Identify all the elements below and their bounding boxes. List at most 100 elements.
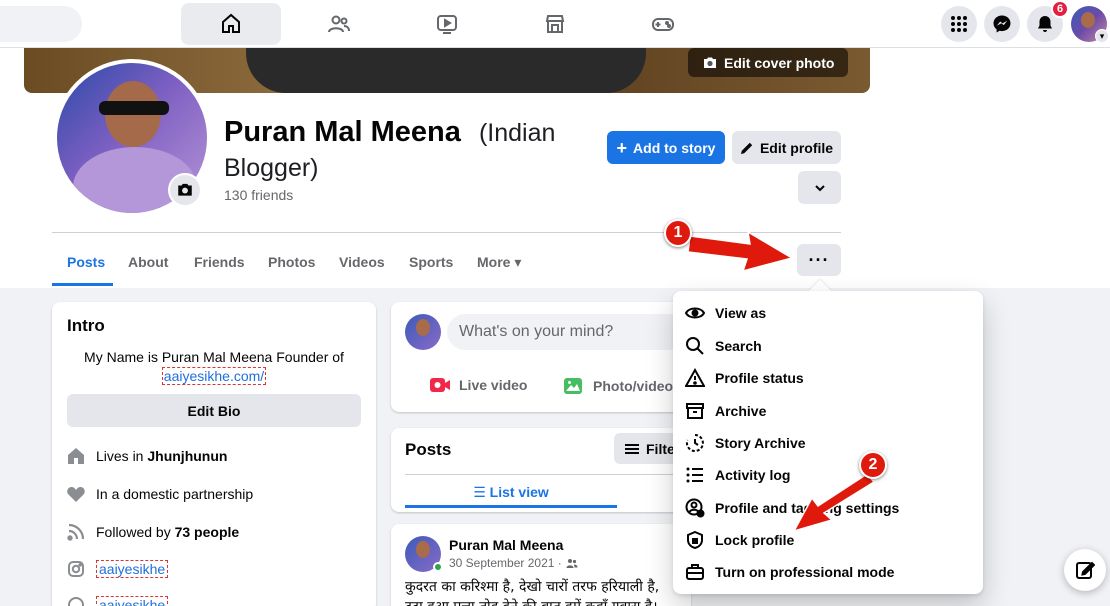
photo-video-label: Photo/video — [593, 378, 674, 394]
compose-icon — [1076, 561, 1095, 579]
photo-icon — [564, 378, 582, 394]
other-link[interactable]: aaiyesikhe — [96, 596, 169, 606]
gaming-icon — [652, 18, 674, 31]
menu-item-label: Lock profile — [715, 532, 795, 548]
menu-item-profile-tagging-settings[interactable]: Profile and tagging settings — [685, 496, 899, 520]
menu-item-view-as[interactable]: View as — [685, 301, 766, 325]
profile-settings-icon — [685, 498, 705, 518]
tab-more[interactable]: More ▾ — [477, 254, 521, 271]
menu-item-search[interactable]: Search — [685, 334, 762, 358]
nav-marketplace-tab[interactable] — [505, 3, 605, 45]
pencil-icon — [740, 142, 753, 154]
whats-on-your-mind-input[interactable]: What's on your mind? — [447, 314, 687, 350]
story-archive-icon — [685, 434, 704, 452]
annotation-marker-2: 2 — [859, 451, 887, 479]
relationship-row: In a domestic partnership — [66, 484, 253, 504]
list-icon — [686, 467, 703, 483]
nav-home-tab[interactable] — [181, 3, 281, 45]
tab-about[interactable]: About — [128, 254, 168, 270]
tab-videos[interactable]: Videos — [339, 254, 385, 270]
more-options-menu: View as Search Profile status Archive St… — [673, 291, 983, 594]
menu-item-activity-log[interactable]: Activity log — [685, 463, 790, 487]
other-link-row: aaiyesikhe — [66, 595, 169, 606]
followed-prefix: Followed by — [96, 524, 175, 540]
tab-friends[interactable]: Friends — [194, 254, 245, 270]
heart-icon — [67, 487, 85, 502]
post-text-line-1: कुदरत का करिश्मा है, देखो चारों तरफ हरिय… — [405, 579, 660, 595]
update-profile-picture-button[interactable] — [168, 173, 202, 207]
instagram-link[interactable]: aaiyesikhe — [96, 560, 169, 578]
plus-icon: + — [616, 137, 628, 158]
more-options-button[interactable]: ··· — [797, 244, 841, 276]
cover-laptop-image — [246, 48, 646, 93]
add-to-story-label: Add to story — [633, 139, 716, 156]
post-text-line-2: टूटा हुआ पत्ता तोड़ देने की बात हमें कहा… — [405, 597, 659, 606]
annotation-marker-1: 1 — [664, 219, 692, 247]
tab-sports[interactable]: Sports — [409, 254, 453, 270]
header-divider — [52, 232, 841, 233]
chevron-down-icon[interactable]: ▾ — [1095, 29, 1109, 43]
tab-posts[interactable]: Posts — [67, 254, 105, 270]
rss-icon — [67, 523, 85, 541]
followed-by-text: Followed by 73 people — [96, 524, 239, 540]
photo-video-button[interactable]: Photo/video — [563, 376, 673, 396]
warning-icon — [685, 368, 705, 387]
post-date[interactable]: 30 September 2021 · — [449, 556, 562, 570]
nav-watch-tab[interactable] — [397, 3, 497, 45]
menu-item-profile-status[interactable]: Profile status — [685, 366, 804, 390]
intro-bio: My Name is Puran Mal Meena Founder of aa… — [52, 348, 376, 386]
expand-button[interactable] — [798, 171, 841, 204]
menu-item-professional-mode[interactable]: Turn on professional mode — [685, 560, 894, 584]
link-icon — [68, 597, 84, 606]
lives-in-text: Lives in Jhunjhunun — [96, 448, 227, 464]
edit-profile-button[interactable]: Edit profile — [732, 131, 841, 164]
edit-bio-button[interactable]: Edit Bio — [67, 394, 361, 427]
instagram-row: aaiyesikhe — [66, 559, 169, 579]
edit-cover-photo-button[interactable]: Edit cover photo — [688, 48, 849, 77]
live-video-label: Live video — [459, 377, 528, 393]
live-video-icon — [430, 378, 450, 392]
profile-picture-glasses — [99, 101, 169, 115]
bell-icon — [1038, 16, 1052, 32]
post-card: Puran Mal Meena 30 September 2021 · कुदर… — [391, 524, 691, 606]
more-dots-icon: ··· — [808, 249, 830, 270]
watch-icon — [437, 15, 457, 34]
menu-grid-icon — [951, 16, 967, 32]
list-view-tab[interactable]: ☰ List view — [405, 484, 617, 501]
menu-item-label: Profile status — [715, 370, 804, 386]
followed-count[interactable]: 73 people — [175, 524, 240, 540]
friends-privacy-icon — [566, 559, 578, 568]
tab-photos[interactable]: Photos — [268, 254, 315, 270]
composer-avatar[interactable] — [405, 314, 441, 350]
menu-item-story-archive[interactable]: Story Archive — [685, 431, 806, 455]
new-message-button[interactable] — [1064, 549, 1106, 591]
messenger-button[interactable] — [984, 6, 1020, 42]
profile-subtitle: (Indian — [478, 119, 556, 147]
menu-item-archive[interactable]: Archive — [685, 399, 766, 423]
live-video-button[interactable]: Live video — [429, 376, 527, 394]
post-text: कुदरत का करिश्मा है, देखो चारों तरफ हरिय… — [405, 577, 659, 606]
online-indicator — [433, 562, 443, 572]
intro-card: Intro My Name is Puran Mal Meena Founder… — [52, 302, 376, 606]
nav-friends-tab[interactable] — [289, 3, 389, 45]
profile-name-block: Puran Mal Meena (Indian Blogger) — [224, 115, 584, 185]
posts-card-divider — [405, 474, 677, 475]
lives-in-city[interactable]: Jhunjhunun — [147, 448, 227, 464]
post-author-name[interactable]: Puran Mal Meena — [449, 537, 563, 553]
notifications-button[interactable]: 6 — [1027, 0, 1069, 42]
menu-item-label: Story Archive — [715, 435, 806, 451]
add-to-story-button[interactable]: + Add to story — [607, 131, 725, 164]
friends-count[interactable]: 130 friends — [224, 187, 293, 203]
marketplace-icon — [545, 15, 565, 33]
search-field[interactable] — [0, 6, 82, 42]
relationship-text: In a domestic partnership — [96, 486, 254, 502]
nav-gaming-tab[interactable] — [613, 3, 713, 45]
post-meta: 30 September 2021 · — [449, 556, 578, 570]
lives-in-row: Lives in Jhunjhunun — [66, 446, 227, 466]
menu-item-lock-profile[interactable]: Lock profile — [685, 528, 794, 552]
bio-link[interactable]: aaiyesikhe.com/ — [161, 367, 267, 385]
archive-icon — [686, 403, 704, 419]
menu-item-label: Turn on professional mode — [715, 564, 895, 580]
menu-grid-button[interactable] — [941, 6, 977, 42]
lives-in-prefix: Lives in — [96, 448, 148, 464]
